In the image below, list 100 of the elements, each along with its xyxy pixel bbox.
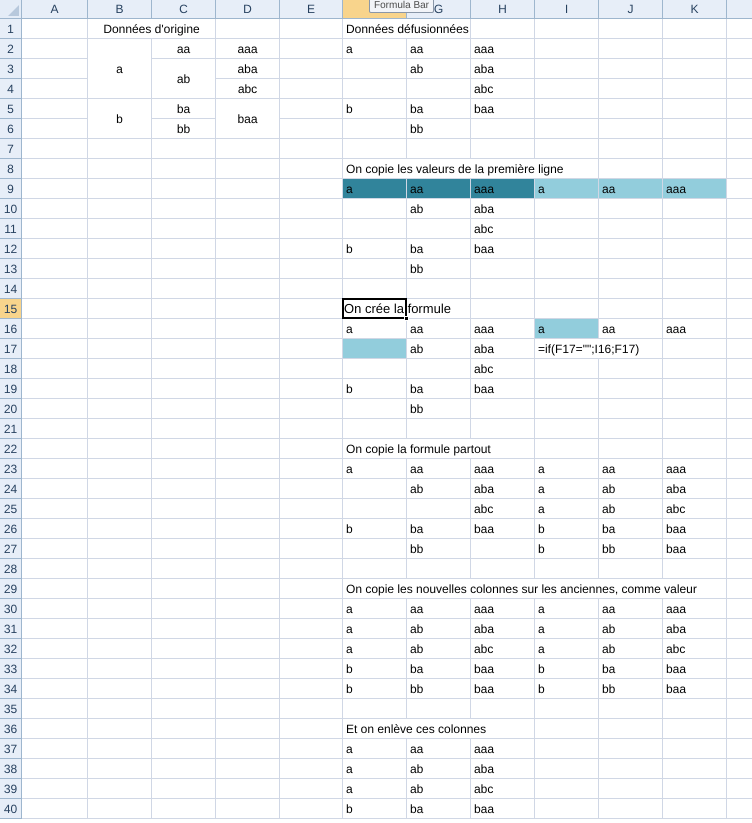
table-cell: aaa xyxy=(471,739,535,759)
table-cell: abc xyxy=(663,499,727,519)
table-cell: b xyxy=(535,519,599,539)
table-cell: aaa xyxy=(471,39,535,59)
table-cell: bb xyxy=(599,539,663,559)
table-cell: aaa xyxy=(663,459,727,479)
table-cell: ab xyxy=(599,639,663,659)
table-cell: bb xyxy=(407,399,471,419)
table-cell: ba xyxy=(407,379,471,399)
table-cell: a xyxy=(343,739,407,759)
table-cell: a xyxy=(343,599,407,619)
table-cell: a xyxy=(535,499,599,519)
table-cell: b xyxy=(343,659,407,679)
table-cell: ab xyxy=(407,199,471,219)
table-cell: ab xyxy=(407,779,471,799)
table-cell: a xyxy=(535,619,599,639)
table-cell: aba xyxy=(471,759,535,779)
table-cell: b xyxy=(343,379,407,399)
table-cell: aaa xyxy=(471,319,535,339)
table-cell: aaa xyxy=(216,39,280,59)
table-cell: ab xyxy=(407,59,471,79)
table-cell: aaa xyxy=(471,599,535,619)
table-cell: a xyxy=(343,639,407,659)
table-cell: bb xyxy=(599,679,663,699)
table-cell: b xyxy=(343,679,407,699)
table-cell: a xyxy=(535,459,599,479)
table-cell: aa xyxy=(407,319,471,339)
table-cell: aa xyxy=(407,599,471,619)
table-cell: abc xyxy=(471,779,535,799)
table-cell: aba xyxy=(663,619,727,639)
table-cell: b xyxy=(88,99,152,139)
table-cell: aba xyxy=(471,619,535,639)
table-cell: aa xyxy=(407,39,471,59)
table-cell: baa xyxy=(471,799,535,819)
table-cell: aa xyxy=(599,179,663,199)
table-cell: b xyxy=(535,679,599,699)
table-cell: baa xyxy=(663,539,727,559)
table-cell: b xyxy=(343,239,407,259)
table-cell: a xyxy=(343,459,407,479)
table-cell: aa xyxy=(599,599,663,619)
table-cell: abc xyxy=(216,79,280,99)
table-cell: Et on enlève ces colonnes xyxy=(343,719,535,739)
table-cell: abc xyxy=(471,79,535,99)
table-cell: bb xyxy=(152,119,216,139)
table-cell: ba xyxy=(407,239,471,259)
table-cell: ab xyxy=(407,619,471,639)
table-cell: baa xyxy=(663,679,727,699)
table-cell: ab xyxy=(599,479,663,499)
table-cell: aa xyxy=(152,39,216,59)
table-cell: ab xyxy=(407,479,471,499)
table-cell: bb xyxy=(407,119,471,139)
table-cell: b xyxy=(535,659,599,679)
table-cell: =if(F17="";I16;F17) xyxy=(535,339,663,359)
table-cell: On copie les nouvelles colonnes sur les anciennes, comme valeur xyxy=(343,579,727,599)
table-cell: aba xyxy=(216,59,280,79)
table-cell: aaa xyxy=(471,459,535,479)
table-cell: baa xyxy=(663,519,727,539)
table-cell: b xyxy=(343,99,407,119)
table-cell: a xyxy=(535,319,599,339)
table-cell: aba xyxy=(471,59,535,79)
table-cell: a xyxy=(343,619,407,639)
table-cell: baa xyxy=(471,379,535,399)
table-cell: bb xyxy=(407,259,471,279)
table-cell: abc xyxy=(471,219,535,239)
table-cell: aba xyxy=(471,199,535,219)
table-cell: aa xyxy=(599,459,663,479)
table-cell: a xyxy=(343,759,407,779)
table-cell: a xyxy=(343,779,407,799)
table-cell: abc xyxy=(471,639,535,659)
table-cell: ab xyxy=(407,339,471,359)
table-cell: a xyxy=(343,319,407,339)
table-cell: Données d'origine xyxy=(88,19,216,39)
table-cell: abc xyxy=(663,639,727,659)
tooltip: Formula Bar xyxy=(369,0,434,13)
table-cell: ba xyxy=(407,659,471,679)
table-cell: ba xyxy=(152,99,216,119)
table-cell: On crée la formule xyxy=(343,299,471,319)
table-cell: ba xyxy=(407,519,471,539)
table-cell: abc xyxy=(471,499,535,519)
table-cell: a xyxy=(535,479,599,499)
table-cell: Données défusionnées xyxy=(343,19,471,39)
table-cell: aaa xyxy=(663,179,727,199)
table-cell: On copie la formule partout xyxy=(343,439,535,459)
table-cell: a xyxy=(535,179,599,199)
table-cell: aaa xyxy=(663,319,727,339)
table-cell: ab xyxy=(407,759,471,779)
table-cell: aa xyxy=(407,739,471,759)
table-cell: ba xyxy=(407,799,471,819)
table-cell: a xyxy=(88,39,152,99)
table-cell: aba xyxy=(663,479,727,499)
table-cell: b xyxy=(343,799,407,819)
table-cell: ba xyxy=(599,519,663,539)
table-cell: ab xyxy=(599,499,663,519)
table-cell: bb xyxy=(407,679,471,699)
table-cell: b xyxy=(535,539,599,559)
table-cell: ba xyxy=(599,659,663,679)
table-cell: aba xyxy=(471,479,535,499)
table-cell: baa xyxy=(663,659,727,679)
table-cell: ab xyxy=(152,59,216,99)
table-cell: a xyxy=(343,179,407,199)
